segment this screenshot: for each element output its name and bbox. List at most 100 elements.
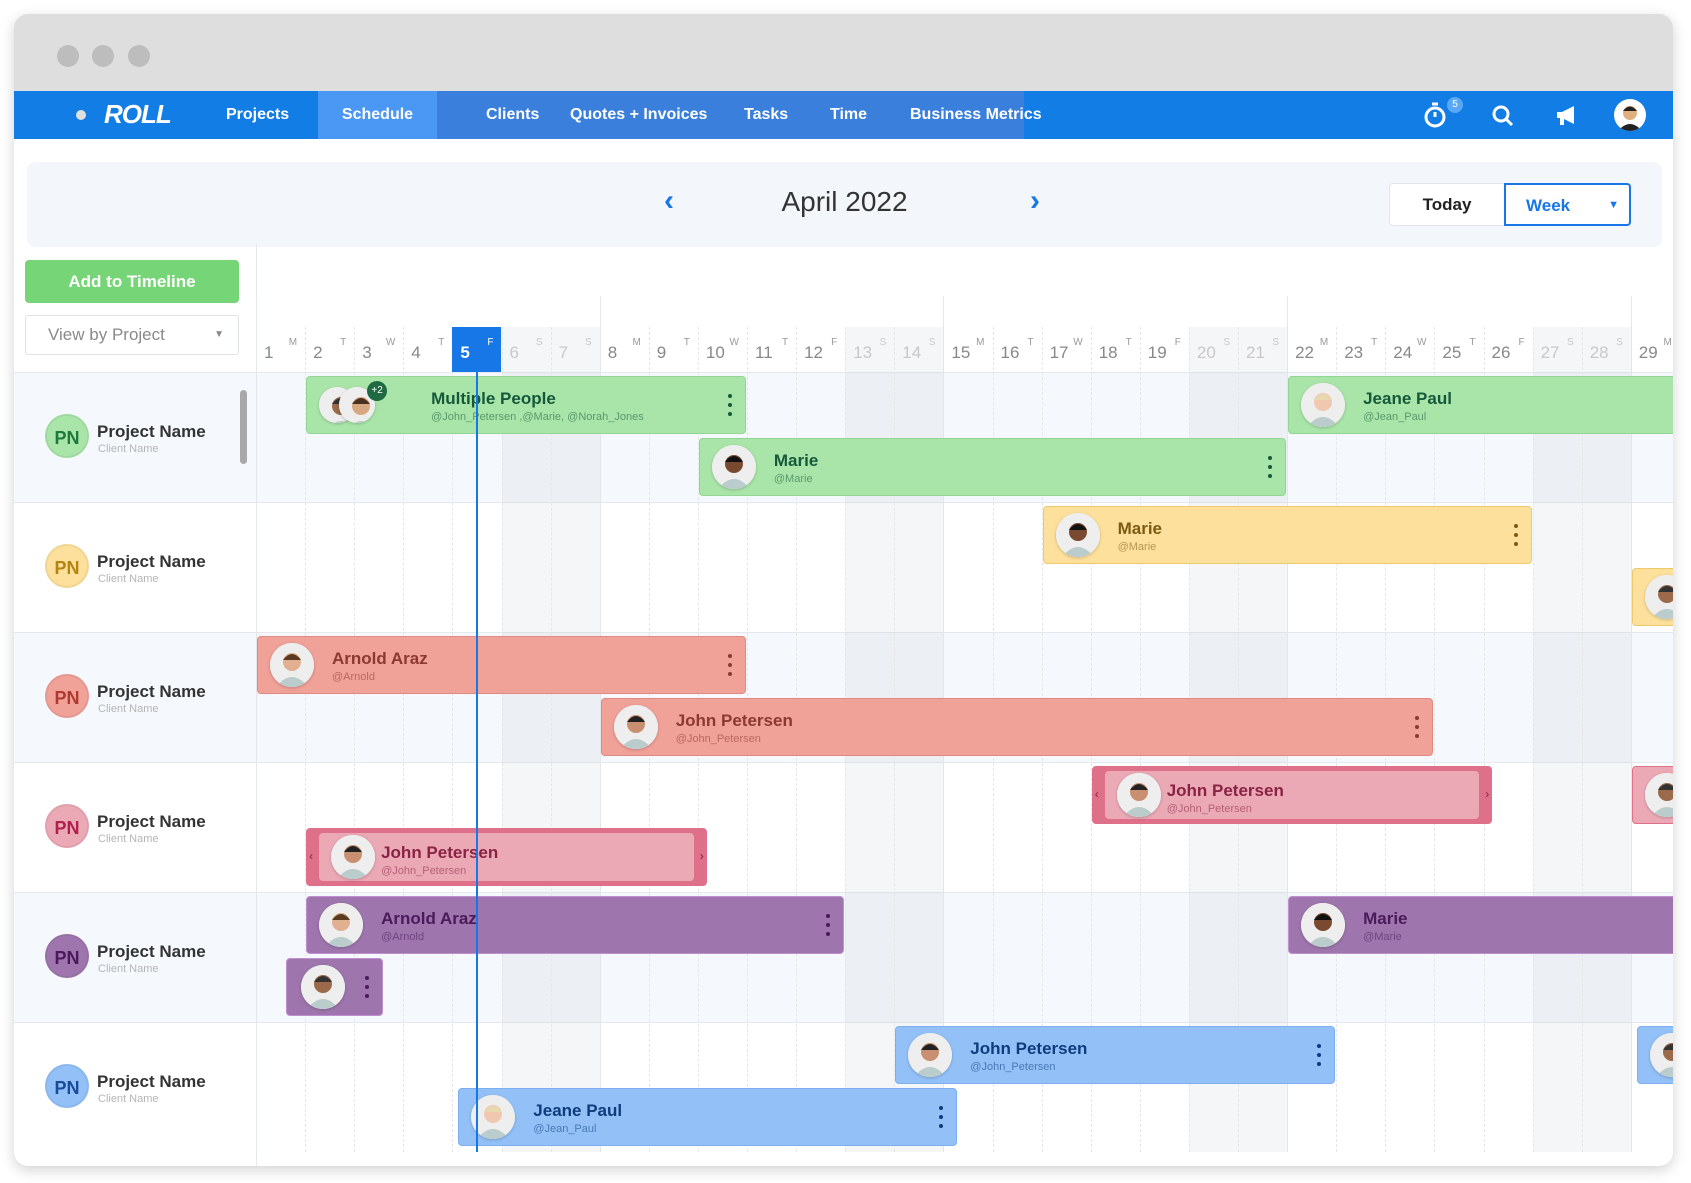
- day-header[interactable]: 17 W: [1042, 327, 1091, 372]
- view-by-project-select[interactable]: View by Project ▼: [25, 315, 239, 355]
- nav-clients[interactable]: Clients: [470, 91, 555, 139]
- day-header[interactable]: 28 S: [1582, 327, 1631, 372]
- schedule-bar[interactable]: Jeane Paul @Jean_Paul: [1288, 376, 1673, 434]
- window-titlebar: [14, 14, 1673, 91]
- more-options-icon[interactable]: [364, 974, 370, 1000]
- nav-business-metrics[interactable]: Business Metrics: [894, 91, 1058, 139]
- megaphone-icon[interactable]: [1551, 99, 1583, 131]
- project-label[interactable]: PN Project Name Client Name: [14, 633, 256, 762]
- schedule-bar[interactable]: Marie @Marie: [1288, 896, 1673, 954]
- more-options-icon[interactable]: [727, 652, 733, 678]
- day-header[interactable]: 21 S: [1238, 327, 1287, 372]
- add-to-timeline-button[interactable]: Add to Timeline: [25, 260, 239, 303]
- day-letter: M: [1319, 337, 1329, 348]
- day-header[interactable]: 11 T: [747, 327, 796, 372]
- schedule-bar[interactable]: John Petersen @John_Petersen ‹ ›: [306, 828, 707, 886]
- day-header[interactable]: 23 T: [1336, 327, 1385, 372]
- prev-month-button[interactable]: ‹: [664, 184, 674, 218]
- project-label[interactable]: PN Project Name Client Name: [14, 1023, 256, 1152]
- nav-projects[interactable]: Projects: [210, 91, 305, 139]
- nav-tasks[interactable]: Tasks: [728, 91, 804, 139]
- schedule-bar[interactable]: John Petersen @John_Petersen: [600, 698, 1434, 756]
- schedule-bar[interactable]: [286, 958, 383, 1016]
- day-header[interactable]: 6S: [502, 327, 551, 372]
- more-options-icon[interactable]: [1414, 714, 1420, 740]
- day-header[interactable]: 19 F: [1140, 327, 1189, 372]
- day-header[interactable]: 16 T: [993, 327, 1042, 372]
- day-header[interactable]: 22 M: [1287, 327, 1336, 372]
- schedule-bar[interactable]: [1636, 1026, 1673, 1084]
- project-name[interactable]: Project Name: [97, 682, 206, 702]
- day-header[interactable]: 15 M: [943, 327, 992, 372]
- project-label[interactable]: PN Project Name Client Name: [14, 893, 256, 1022]
- schedule-bar[interactable]: Marie @Marie: [698, 438, 1287, 496]
- schedule-bar[interactable]: [1631, 568, 1673, 626]
- day-header[interactable]: 27 S: [1533, 327, 1582, 372]
- day-header[interactable]: 8M: [600, 327, 649, 372]
- day-header[interactable]: 3W: [354, 327, 403, 372]
- project-label[interactable]: PN Project Name Client Name: [14, 373, 256, 502]
- more-options-icon[interactable]: [1513, 522, 1519, 548]
- schedule-bar[interactable]: John Petersen @John_Petersen ‹ ›: [1091, 766, 1493, 824]
- resize-right-handle[interactable]: ›: [1485, 787, 1489, 801]
- day-header[interactable]: 26 F: [1484, 327, 1533, 372]
- schedule-bar[interactable]: +2 Multiple People @John_Petersen ,@Marie,…: [306, 376, 746, 434]
- more-options-icon[interactable]: [727, 392, 733, 418]
- window-close-button[interactable]: [57, 45, 79, 67]
- day-number: 2: [313, 343, 323, 362]
- today-button[interactable]: Today: [1389, 183, 1505, 226]
- more-options-icon[interactable]: [1267, 454, 1273, 480]
- day-header[interactable]: 4T: [403, 327, 452, 372]
- day-header[interactable]: 12 F: [796, 327, 845, 372]
- resize-right-handle[interactable]: ›: [700, 849, 704, 863]
- more-options-icon[interactable]: [1316, 1042, 1322, 1068]
- day-header[interactable]: 2T: [305, 327, 354, 372]
- search-icon[interactable]: [1487, 99, 1519, 131]
- more-options-icon[interactable]: [825, 912, 831, 938]
- project-name[interactable]: Project Name: [97, 942, 206, 962]
- project-name[interactable]: Project Name: [97, 422, 206, 442]
- day-header[interactable]: 25 T: [1434, 327, 1483, 372]
- day-header[interactable]: 9T: [649, 327, 698, 372]
- nav-quotes-invoices[interactable]: Quotes + Invoices: [554, 91, 723, 139]
- project-name[interactable]: Project Name: [97, 812, 206, 832]
- view-select[interactable]: Week ▼: [1504, 183, 1631, 226]
- logo[interactable]: ROLL: [104, 99, 172, 130]
- project-name[interactable]: Project Name: [97, 552, 206, 572]
- next-month-button[interactable]: ›: [1030, 184, 1040, 218]
- day-header[interactable]: 29 M: [1631, 327, 1673, 372]
- chevron-down-icon: ▼: [1608, 199, 1619, 211]
- project-label[interactable]: PN Project Name Client Name: [14, 503, 256, 632]
- sidebar-scrollbar[interactable]: [240, 390, 247, 464]
- schedule-bar[interactable]: Marie @Marie: [1042, 506, 1532, 564]
- day-header[interactable]: 1M: [256, 327, 305, 372]
- day-header[interactable]: 10 W: [698, 327, 747, 372]
- project-name[interactable]: Project Name: [97, 1072, 206, 1092]
- day-column: [1532, 327, 1582, 1152]
- day-header[interactable]: 13 S: [845, 327, 894, 372]
- schedule-bar[interactable]: Jeane Paul @Jean_Paul: [458, 1088, 958, 1146]
- resize-left-handle[interactable]: ‹: [1095, 787, 1099, 801]
- project-label[interactable]: PN Project Name Client Name: [14, 763, 256, 892]
- schedule-bar[interactable]: Arnold Araz @Arnold: [257, 636, 746, 694]
- day-header[interactable]: 18 T: [1091, 327, 1140, 372]
- schedule-bar[interactable]: Arnold Araz @Arnold: [306, 896, 845, 954]
- window-maximize-button[interactable]: [128, 45, 150, 67]
- resize-left-handle[interactable]: ‹: [309, 849, 313, 863]
- day-header[interactable]: 14 S: [894, 327, 943, 372]
- schedule-bar[interactable]: John Petersen @John_Petersen: [895, 1026, 1336, 1084]
- more-options-icon[interactable]: [938, 1104, 944, 1130]
- nav-time[interactable]: Time: [814, 91, 883, 139]
- user-avatar[interactable]: [1614, 99, 1646, 131]
- schedule-bar[interactable]: [1631, 766, 1673, 824]
- project-avatar: PN: [45, 934, 89, 978]
- day-header[interactable]: 7S: [551, 327, 600, 372]
- day-header[interactable]: 24 W: [1385, 327, 1434, 372]
- today-line: [475, 372, 478, 1152]
- window-minimize-button[interactable]: [92, 45, 114, 67]
- project-avatar: PN: [45, 544, 89, 588]
- person-handle: @Marie: [1363, 931, 1402, 943]
- nav-schedule[interactable]: Schedule: [318, 91, 437, 139]
- day-header[interactable]: 20 S: [1189, 327, 1238, 372]
- day-header[interactable]: 5F: [452, 327, 502, 372]
